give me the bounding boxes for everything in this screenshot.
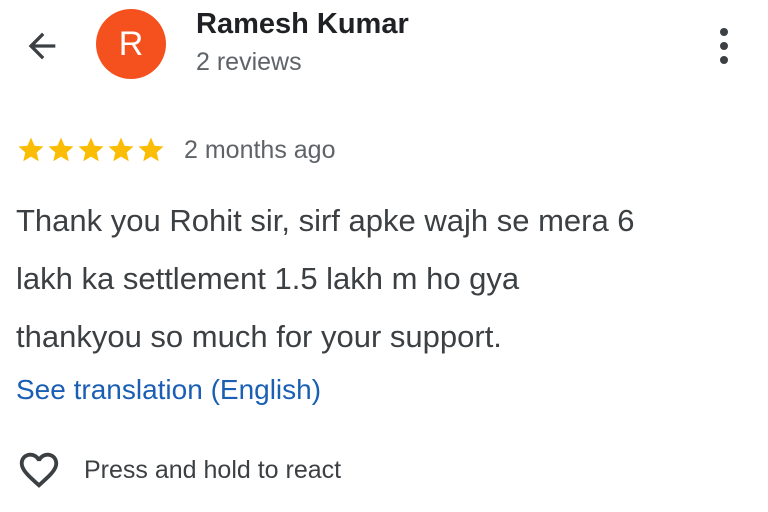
more-vert-icon-dot xyxy=(720,56,728,64)
review-date: 2 months ago xyxy=(184,135,336,164)
star-icon xyxy=(18,137,44,162)
star-icon xyxy=(108,137,134,162)
review-text: Thank you Rohit sir, sirf apke wajh se m… xyxy=(16,192,746,366)
star-icon xyxy=(138,137,164,162)
back-button[interactable] xyxy=(18,22,66,70)
arrow-back-icon xyxy=(28,32,56,60)
star-rating xyxy=(16,135,166,165)
star-icon xyxy=(78,137,104,162)
rating-row: 2 months ago xyxy=(16,132,336,168)
reviewer-name[interactable]: Ramesh Kumar xyxy=(196,8,409,41)
more-options-button[interactable] xyxy=(702,20,746,72)
more-vert-icon xyxy=(720,28,728,36)
review-text-line: lakh ka settlement 1.5 lakh m ho gya xyxy=(16,261,520,296)
review-count: 2 reviews xyxy=(196,48,302,76)
star-icon xyxy=(48,137,74,162)
heart-outline-icon xyxy=(19,452,59,488)
see-translation-link[interactable]: See translation (English) xyxy=(16,374,321,406)
avatar[interactable]: R xyxy=(96,9,166,79)
review-text-line: Thank you Rohit sir, sirf apke wajh se m… xyxy=(16,203,635,238)
review-detail-page: R Ramesh Kumar 2 reviews 2 months ago Th… xyxy=(0,0,768,512)
review-text-line: thankyou so much for your support. xyxy=(16,319,502,354)
more-vert-icon-dot xyxy=(720,42,728,50)
react-button[interactable]: Press and hold to react xyxy=(14,446,341,494)
avatar-letter: R xyxy=(118,24,144,63)
react-label: Press and hold to react xyxy=(84,455,342,484)
